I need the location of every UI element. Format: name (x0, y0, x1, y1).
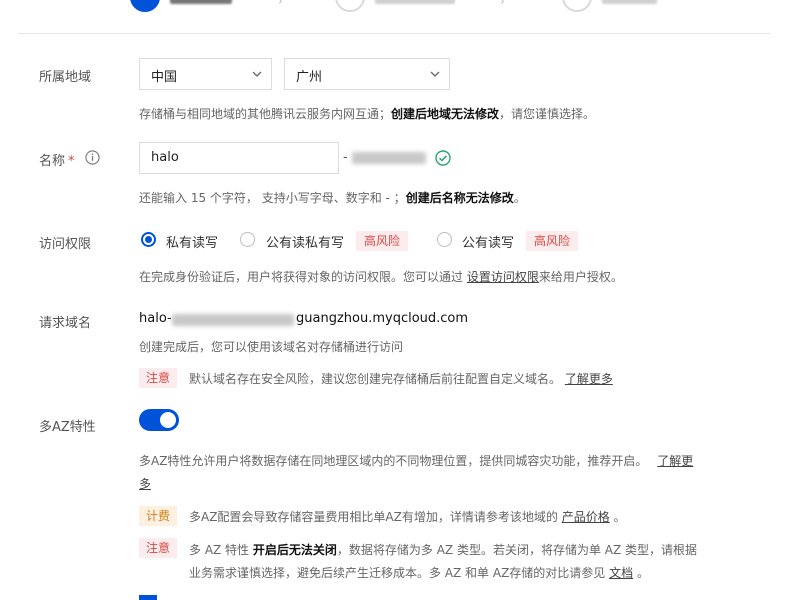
multi-az-notice-end: 。 (636, 566, 649, 580)
chevron-down-icon (430, 71, 440, 77)
domain-redacted (172, 314, 294, 326)
domain-help: 创建完成后，您可以使用该域名对存储桶进行访问 (139, 340, 404, 354)
multi-az-label: 多AZ特性 (39, 420, 96, 435)
access-help-suffix: 来给用户授权。 (538, 270, 623, 284)
radio-public-r-private-w-label[interactable]: 公有读私有写 (266, 232, 344, 251)
multi-az-fee-text: 多AZ配置会导致存储容量费用相比单AZ有增加，详情请参考该地域的 (189, 510, 558, 524)
name-help: 还能输入 15 个字符， 支持小写字母、数字和 - ；创建后名称无法修改。 (139, 189, 526, 206)
step-3-indicator (562, 0, 592, 12)
name-label-text: 名称 (39, 154, 66, 169)
multi-az-fee: 多AZ配置会导致存储容量费用相比单AZ有增加，详情请参考该地域的 产品价格 。 (189, 508, 626, 525)
docs-link[interactable]: 文档 (609, 566, 633, 580)
multi-az-toggle[interactable] (139, 409, 179, 431)
info-icon[interactable] (85, 150, 100, 165)
domain-suffix: guangzhou.myqcloud.com (296, 311, 469, 326)
step-1-indicator (130, 0, 160, 12)
region-help-suffix: ，请您谨慎选择。 (499, 107, 596, 121)
appid-redacted (352, 152, 426, 164)
domain-prefix: halo- (139, 311, 172, 326)
multi-az-help-text: 多AZ特性允许用户将数据存储在同地理区域内的不同物理位置，提供同城容灾功能，推荐… (139, 454, 648, 468)
multi-az-notice: 多 AZ 特性 开启后无法关闭，数据将存储为多 AZ 类型。若关闭，将存储为单 … (189, 541, 697, 558)
required-mark: * (68, 154, 75, 169)
radio-private-rw[interactable] (141, 232, 156, 247)
step-2-label (375, 0, 455, 4)
domain-notice-text: 默认域名存在安全风险，建议您创建完存储桶后前往配置自定义域名。 (189, 372, 562, 386)
region-help-text: 存储桶与相同地域的其他腾讯云服务内网互通； (139, 107, 392, 121)
radio-public-rw-label[interactable]: 公有读写 (462, 232, 514, 251)
notice-tag: 注意 (139, 368, 178, 388)
step-1-label (170, 0, 232, 4)
multi-az-notice-bold: 开启后无法关闭 (252, 543, 337, 557)
high-risk-badge: 高风险 (356, 231, 409, 251)
radio-public-r-private-w[interactable] (240, 232, 255, 247)
multi-az-help-wrap: 多 (139, 475, 151, 492)
access-label: 访问权限 (39, 237, 92, 252)
divider (18, 33, 770, 34)
stepper: › › (0, 0, 800, 32)
domain-notice: 默认域名存在安全风险，建议您创建完存储桶后前往配置自定义域名。 了解更多 (189, 370, 613, 387)
region-city-value: 广州 (296, 70, 323, 85)
name-help-text: 还能输入 15 个字符， 支持小写字母、数字和 - ； (139, 191, 406, 205)
region-help: 存储桶与相同地域的其他腾讯云服务内网互通；创建后地域无法修改，请您谨慎选择。 (139, 105, 595, 122)
learn-more-link[interactable]: 了解更 (657, 454, 693, 468)
multi-az-notice-line2: 业务需求谨慎选择，避免后续产生迁移成本。多 AZ 和单 AZ存储的对比请参见 文… (189, 564, 649, 581)
region-city-select[interactable]: 广州 (284, 58, 450, 90)
name-help-suffix: 。 (513, 191, 526, 205)
multi-az-notice-line2-text: 业务需求谨慎选择，避免后续产生迁移成本。多 AZ 和单 AZ存储的对比请参见 (189, 566, 606, 580)
bucket-name-value: halo (151, 150, 179, 165)
step-arrow-icon: › (500, 0, 505, 8)
access-help-text: 在完成身份验证后，用户将获得对象的访问权限。您可以通过 (139, 270, 464, 284)
checkbox[interactable] (139, 595, 157, 600)
high-risk-badge: 高风险 (526, 231, 579, 251)
region-country-select[interactable]: 中国 (139, 58, 272, 90)
learn-more-link-wrap[interactable]: 多 (139, 477, 151, 491)
name-separator: - (343, 150, 348, 165)
step-arrow-icon: › (278, 0, 283, 8)
billing-tag: 计费 (139, 506, 178, 526)
name-label: 名称 * (39, 150, 100, 169)
multi-az-notice-post: ，数据将存储为多 AZ 类型。若关闭，将存储为单 AZ 类型，请根据 (336, 543, 698, 557)
multi-az-fee-suffix: 。 (613, 510, 626, 524)
access-help: 在完成身份验证后，用户将获得对象的访问权限。您可以通过 设置访问权限来给用户授权… (139, 268, 623, 285)
region-help-bold: 创建后地域无法修改 (391, 107, 500, 121)
notice-tag: 注意 (139, 538, 178, 558)
learn-more-link[interactable]: 了解更多 (565, 372, 613, 386)
name-help-bold: 创建后名称无法修改 (405, 191, 514, 205)
domain-label: 请求域名 (39, 316, 92, 331)
radio-public-rw[interactable] (437, 232, 452, 247)
step-3-label (602, 0, 657, 4)
check-circle-icon (435, 150, 451, 166)
bucket-name-input[interactable]: halo (139, 142, 339, 174)
region-country-value: 中国 (151, 70, 178, 85)
set-access-permission-link[interactable]: 设置访问权限 (467, 270, 539, 284)
radio-private-rw-label[interactable]: 私有读写 (166, 232, 218, 251)
product-pricing-link[interactable]: 产品价格 (562, 510, 610, 524)
step-2-indicator (335, 0, 365, 12)
chevron-down-icon (252, 71, 262, 77)
region-label: 所属地域 (39, 70, 92, 85)
multi-az-notice-text: 多 AZ 特性 (189, 543, 250, 557)
multi-az-help: 多AZ特性允许用户将数据存储在同地理区域内的不同物理位置，提供同城容灾功能，推荐… (139, 452, 693, 469)
